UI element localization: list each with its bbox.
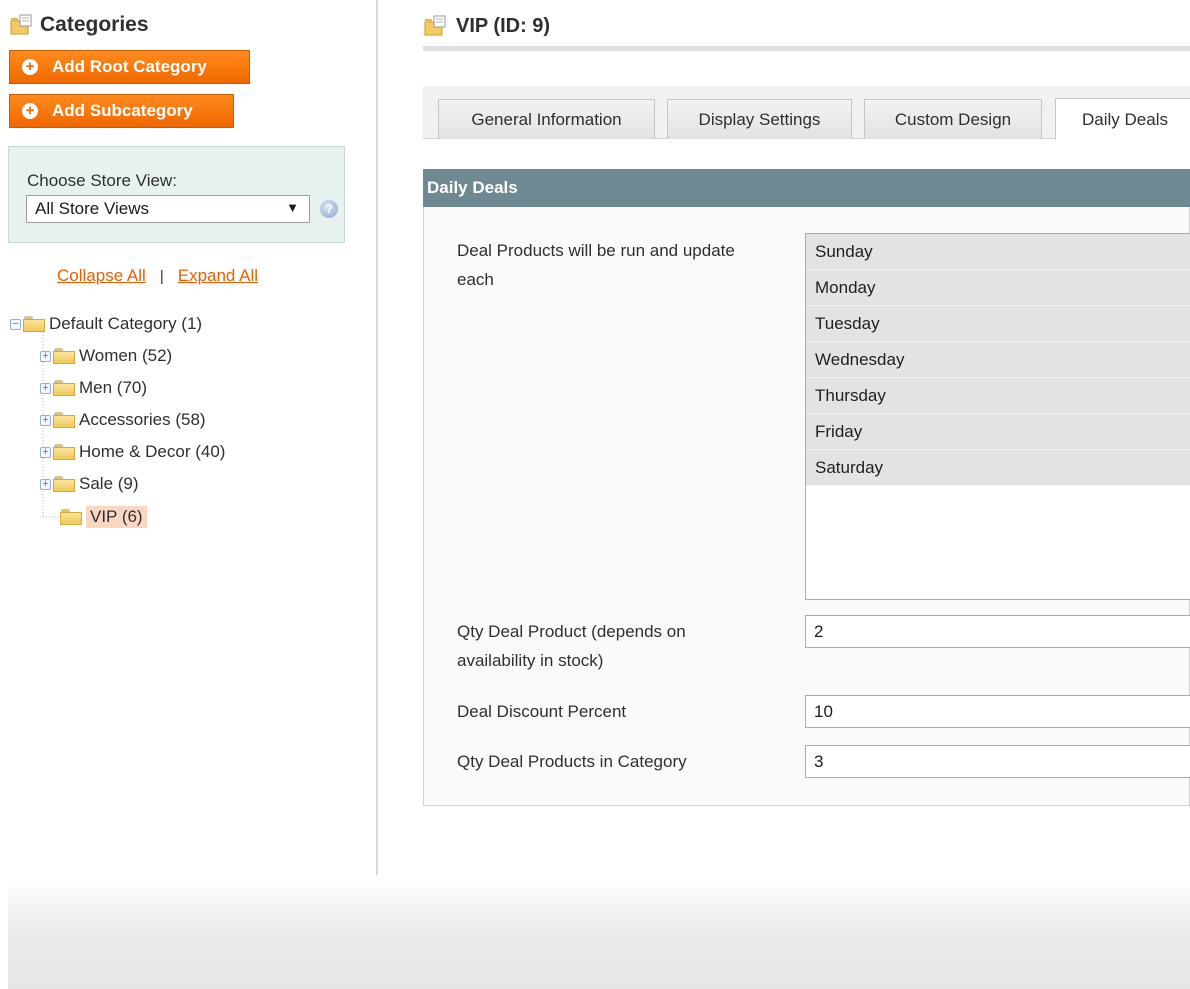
plus-box-icon[interactable]: + — [40, 478, 51, 490]
days-multiselect[interactable]: Sunday Monday Tuesday Wednesday Thursday… — [805, 233, 1190, 600]
plus-box-icon[interactable]: + — [40, 446, 51, 458]
folder-icon — [53, 380, 75, 396]
deal-discount-input[interactable] — [805, 695, 1190, 728]
folder-edit-icon — [424, 15, 446, 36]
page-header: VIP (ID: 9) — [424, 11, 550, 41]
day-option[interactable]: Saturday — [806, 450, 1190, 486]
folder-icon — [53, 476, 75, 492]
dropdown-arrow-icon: ▼ — [286, 200, 299, 215]
section-header: Daily Deals — [423, 169, 1190, 207]
store-view-select[interactable]: All Store Views ▼ — [26, 195, 310, 223]
tree-node-label: Women (52) — [79, 346, 173, 365]
categories-title: Categories — [40, 13, 149, 36]
day-option[interactable]: Friday — [806, 414, 1190, 450]
categories-sidebar: Categories + Add Root Category + Add Sub… — [0, 0, 360, 880]
qty-category-input[interactable] — [805, 745, 1190, 778]
title-divider — [423, 46, 1190, 51]
tree-node-label-selected: VIP (6) — [86, 506, 147, 528]
folder-icon — [53, 412, 75, 428]
deal-discount-label: Deal Discount Percent — [457, 702, 627, 721]
store-view-label: Choose Store View: — [27, 171, 177, 190]
tree-node-label: Sale (9) — [79, 474, 139, 493]
section-title: Daily Deals — [427, 178, 518, 197]
qty-deal-product-input[interactable] — [805, 615, 1190, 648]
plus-box-icon[interactable]: + — [40, 382, 51, 394]
store-view-value: All Store Views — [35, 199, 150, 218]
day-option[interactable]: Tuesday — [806, 306, 1190, 342]
folder-icon — [60, 509, 82, 525]
add-subcategory-label: Add Subcategory — [52, 101, 193, 120]
tab-display-settings[interactable]: Display Settings — [667, 99, 852, 139]
tree-controls: Collapse All | Expand All — [57, 266, 258, 286]
store-view-switcher: Choose Store View: All Store Views ▼ ? — [8, 146, 345, 243]
add-root-category-label: Add Root Category — [52, 57, 207, 76]
folder-icon — [53, 444, 75, 460]
collapse-all-link[interactable]: Collapse All — [57, 266, 146, 286]
plus-box-icon[interactable]: + — [40, 414, 51, 426]
qty-category-label: Qty Deal Products in Category — [457, 752, 687, 771]
add-subcategory-button[interactable]: + Add Subcategory — [9, 94, 234, 128]
day-option[interactable]: Wednesday — [806, 342, 1190, 378]
tree-node-accessories[interactable]: + Accessories (58) — [40, 406, 206, 434]
tree-node-sale[interactable]: + Sale (9) — [40, 470, 139, 498]
folder-icon — [53, 348, 75, 364]
day-option[interactable]: Sunday — [806, 234, 1190, 270]
expand-all-link[interactable]: Expand All — [178, 266, 258, 286]
folder-edit-icon — [10, 14, 32, 35]
footer-area — [8, 882, 1190, 989]
tab-custom-design[interactable]: Custom Design — [864, 99, 1042, 139]
sidebar-divider — [376, 0, 378, 875]
tab-label: Display Settings — [698, 109, 821, 129]
tab-label: General Information — [471, 109, 622, 129]
tab-label: Daily Deals — [1082, 109, 1168, 129]
tree-node-vip[interactable]: VIP (6) — [60, 503, 147, 531]
plus-box-icon[interactable]: + — [40, 350, 51, 362]
day-option[interactable]: Monday — [806, 270, 1190, 306]
tree-node-label: Home & Decor (40) — [79, 442, 226, 461]
tab-daily-deals[interactable]: Daily Deals — [1055, 98, 1190, 140]
page-title: VIP (ID: 9) — [456, 14, 551, 37]
tree-node-women[interactable]: + Women (52) — [40, 342, 172, 370]
tree-node-men[interactable]: + Men (70) — [40, 374, 147, 402]
categories-header: Categories — [10, 10, 149, 40]
tree-node-label: Men (70) — [79, 378, 148, 397]
plus-circle-icon: + — [22, 103, 38, 119]
tree-node-label: Accessories (58) — [79, 410, 206, 429]
day-option[interactable]: Thursday — [806, 378, 1190, 414]
minus-box-icon[interactable]: − — [10, 318, 21, 330]
run-each-label: Deal Products will be run and update eac… — [457, 241, 735, 289]
tree-node-default-category[interactable]: − Default Category (1) — [10, 310, 202, 338]
help-icon[interactable]: ? — [320, 200, 338, 218]
add-root-category-button[interactable]: + Add Root Category — [9, 50, 250, 84]
tree-node-home-decor[interactable]: + Home & Decor (40) — [40, 438, 225, 466]
plus-circle-icon: + — [22, 59, 38, 75]
folder-icon — [23, 316, 45, 332]
separator: | — [159, 267, 164, 285]
qty-deal-product-label: Qty Deal Product (depends on availabilit… — [457, 622, 686, 670]
tab-general-information[interactable]: General Information — [438, 99, 655, 139]
tree-node-label: Default Category (1) — [49, 314, 203, 333]
tab-label: Custom Design — [894, 109, 1012, 129]
